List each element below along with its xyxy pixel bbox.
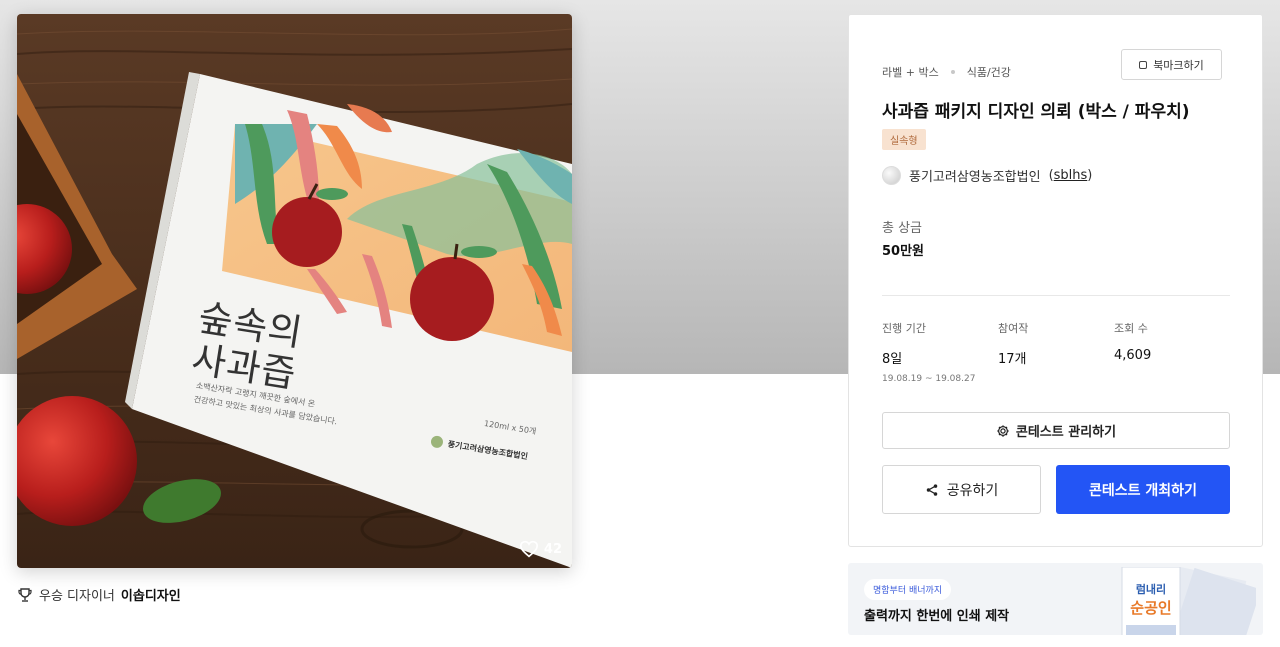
svg-text:럼내리: 럼내리 xyxy=(1136,582,1166,596)
divider xyxy=(882,295,1230,296)
category-label[interactable]: 라벨 + 박스 xyxy=(882,64,939,80)
stat-period: 진행 기간 8일 19.08.19 ~ 19.08.27 xyxy=(882,320,998,384)
brand-logo-icon xyxy=(430,435,444,449)
stat-views-value: 4,609 xyxy=(1114,348,1152,363)
svg-text:순공인: 순공인 xyxy=(1130,599,1171,617)
subcategory-label[interactable]: 식품/건강 xyxy=(967,64,1011,80)
share-icon xyxy=(926,483,937,496)
contest-title: 사과즙 패키지 디자인 의뢰 (박스 / 파우치) xyxy=(882,102,1190,122)
stat-views-label: 조회 수 xyxy=(1114,322,1148,335)
contest-type-badge: 실속형 xyxy=(882,129,926,150)
banner-headline: 출력까지 한번에 인쇄 제작 xyxy=(864,609,1010,624)
category-breadcrumb: 라벨 + 박스 식품/건강 xyxy=(882,64,1011,80)
like-count: 42 xyxy=(543,541,562,557)
bookmark-icon xyxy=(1139,60,1148,69)
stat-period-label: 진행 기간 xyxy=(882,322,926,335)
stat-period-value: 8일 xyxy=(882,352,903,367)
prize-value: 50만원 xyxy=(882,244,925,259)
contest-host[interactable]: 풍기고려삼영농조합법인 (sblhs) xyxy=(882,166,1092,185)
host-name: 풍기고려삼영농조합법인 xyxy=(909,170,1041,185)
host-contest-button[interactable]: 콘테스트 개최하기 xyxy=(1056,465,1230,514)
print-ad-banner[interactable]: 명함부터 배너까지 출력까지 한번에 인쇄 제작 럼내리 순공인 xyxy=(848,563,1263,635)
gear-icon xyxy=(997,424,1009,437)
host-avatar xyxy=(882,166,901,185)
stat-entries: 참여작 17개 xyxy=(998,320,1114,367)
stat-entries-label: 참여작 xyxy=(998,322,1029,335)
host-handle-wrap: (sblhs) xyxy=(1048,168,1093,183)
banner-pill: 명함부터 배너까지 xyxy=(864,579,952,600)
manage-contest-button[interactable]: 콘테스트 관리하기 xyxy=(882,412,1230,449)
package-mockup-illustration xyxy=(17,14,572,568)
like-button[interactable]: 42 xyxy=(519,540,562,558)
host-handle[interactable]: sblhs xyxy=(1054,168,1088,183)
trophy-icon xyxy=(18,587,32,602)
winner-name[interactable]: 이솝디자인 xyxy=(121,585,181,604)
contest-hero-image[interactable]: 숲속의 사과즙 소백산자락 고랭지 깨끗한 숲에서 온 건강하고 맛있는 최상의… xyxy=(17,14,572,568)
stat-views: 조회 수 4,609 xyxy=(1114,320,1230,363)
bookmark-button[interactable]: 북마크하기 xyxy=(1121,49,1222,80)
heart-icon xyxy=(519,540,538,558)
contest-info-card: 라벨 + 박스 식품/건강 북마크하기 사과즙 패키지 디자인 의뢰 (박스 /… xyxy=(848,14,1263,547)
stat-period-range: 19.08.19 ~ 19.08.27 xyxy=(882,374,976,384)
winner-prefix: 우승 디자이너 xyxy=(39,589,115,604)
prize-label: 총 상금 xyxy=(882,221,923,236)
separator-dot xyxy=(950,70,955,74)
stat-entries-value: 17개 xyxy=(998,352,1027,367)
share-button[interactable]: 공유하기 xyxy=(882,465,1041,514)
banner-poster-image: 럼내리 순공인 xyxy=(1121,567,1256,635)
winner-designer: 우승 디자이너 이솝디자인 xyxy=(17,585,181,604)
